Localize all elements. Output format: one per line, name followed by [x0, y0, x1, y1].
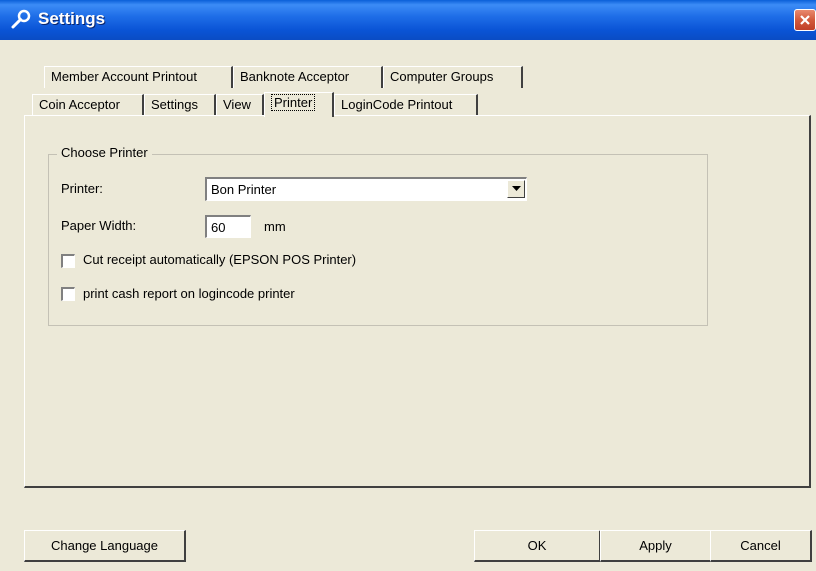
ok-button[interactable]: OK [474, 530, 601, 562]
tab-label: Settings [151, 97, 198, 112]
change-language-button[interactable]: Change Language [24, 530, 186, 562]
printer-select-value: Bon Printer [211, 182, 277, 197]
paper-width-input[interactable]: 60 [205, 215, 251, 238]
tab-settings[interactable]: Settings [144, 94, 216, 116]
tab-label: Member Account Printout [51, 69, 197, 84]
printer-label: Printer: [61, 181, 103, 196]
tab-printer[interactable]: Printer [264, 92, 334, 117]
tab-view[interactable]: View [216, 94, 264, 116]
apply-button[interactable]: Apply [600, 530, 712, 562]
close-icon [800, 15, 810, 25]
tab-label: Printer [271, 94, 316, 111]
cash-report-checkbox[interactable] [61, 287, 75, 301]
close-button[interactable] [794, 9, 816, 31]
cash-report-label: print cash report on logincode printer [83, 286, 295, 301]
tab-label: View [223, 97, 251, 112]
printer-select[interactable]: Bon Printer [205, 177, 527, 201]
paper-width-unit: mm [264, 219, 286, 234]
settings-window: Settings Member Account Printout Banknot… [0, 0, 816, 571]
tab-banknote-acceptor[interactable]: Banknote Acceptor [233, 66, 383, 88]
dropdown-button[interactable] [507, 180, 525, 198]
window-title: Settings [38, 9, 106, 28]
tab-label: Computer Groups [390, 69, 494, 84]
group-legend: Choose Printer [57, 145, 152, 160]
tab-label: LoginCode Printout [341, 97, 453, 112]
tab-coin-acceptor[interactable]: Coin Acceptor [32, 94, 144, 116]
cut-receipt-checkbox[interactable] [61, 254, 75, 268]
cancel-button[interactable]: Cancel [710, 530, 812, 562]
tab-member-account-printout[interactable]: Member Account Printout [44, 66, 233, 88]
title-bar[interactable]: Settings [0, 0, 816, 40]
tab-logincode-printout[interactable]: LoginCode Printout [334, 94, 478, 116]
cut-receipt-label: Cut receipt automatically (EPSON POS Pri… [83, 252, 357, 267]
paper-width-label: Paper Width: [61, 218, 137, 233]
tab-computer-groups[interactable]: Computer Groups [383, 66, 523, 88]
tab-label: Banknote Acceptor [240, 69, 350, 84]
chevron-down-icon [511, 186, 521, 191]
tab-label: Coin Acceptor [39, 97, 120, 112]
wrench-icon [11, 9, 31, 29]
